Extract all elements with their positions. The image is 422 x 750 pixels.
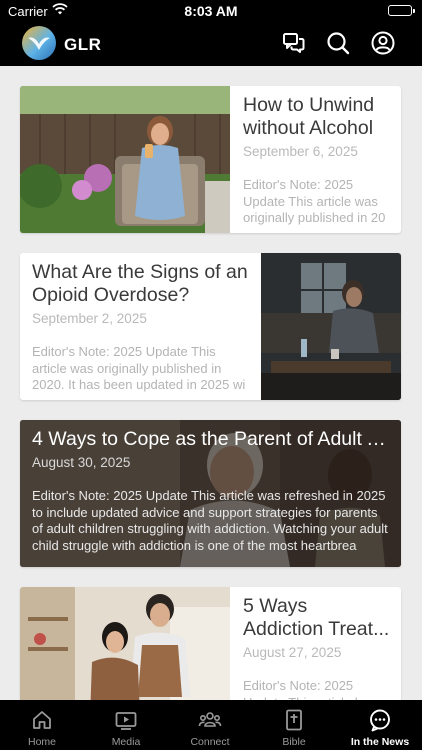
article-card[interactable]: How to Unwind without Alcohol September … [20,86,401,233]
article-title[interactable]: What Are the Signs of an Opioid Overdose… [32,261,250,307]
article-feed[interactable]: How to Unwind without Alcohol September … [0,66,422,700]
tab-in-the-news[interactable]: In the News [338,700,422,750]
tab-home[interactable]: Home [0,700,84,750]
news-chat-icon [368,708,392,732]
tab-bible[interactable]: Bible [252,700,336,750]
status-bar: Carrier 8:03 AM [0,0,422,22]
group-icon [198,708,222,732]
article-image-man-dark-room [261,253,401,400]
tab-label: Connect [190,736,230,748]
tab-label: Home [27,736,56,748]
app-header: GLR [0,22,422,66]
article-title[interactable]: How to Unwind without Alcohol [243,94,391,140]
profile-icon[interactable] [370,30,396,56]
article-excerpt: Editor's Note: 2025 Update This article … [243,678,376,700]
bottom-tab-bar: Home Media Connect Bible In the News [0,700,422,750]
article-card-featured[interactable]: 4 Ways to Cope as the Parent of Adult A.… [20,420,401,567]
glr-logo [22,26,56,60]
article-card[interactable]: 5 Ways Addiction Treat... August 27, 202… [20,587,401,700]
article-image-couple-cooking [20,587,230,700]
chat-bubbles-icon[interactable] [281,30,307,56]
bible-icon [282,708,306,732]
article-title[interactable]: 5 Ways Addiction Treat... [243,595,391,641]
article-text: How to Unwind without Alcohol September … [231,86,401,233]
article-date: September 2, 2025 [32,311,147,326]
tab-label: In the News [350,736,410,748]
clock: 8:03 AM [184,3,238,19]
article-date: August 30, 2025 [32,455,131,470]
article-date: August 27, 2025 [243,645,342,660]
search-icon[interactable] [325,30,351,56]
article-date: September 6, 2025 [243,144,358,159]
battery-icon [388,5,415,16]
article-excerpt: Editor's Note: 2025 Update This article … [243,177,386,225]
article-excerpt: Editor's Note: 2025 Update This article … [32,344,246,392]
media-play-icon [114,708,138,732]
home-icon [30,708,54,732]
tab-label: Media [111,736,141,748]
tab-media[interactable]: Media [84,700,168,750]
article-image-woman-garden [20,86,230,233]
article-text: 4 Ways to Cope as the Parent of Adult A.… [20,420,401,567]
article-card[interactable]: What Are the Signs of an Opioid Overdose… [20,253,401,400]
article-excerpt: Editor's Note: 2025 Update This article … [32,488,388,553]
article-text: What Are the Signs of an Opioid Overdose… [20,253,260,400]
app-brand: GLR [64,35,102,54]
article-title[interactable]: 4 Ways to Cope as the Parent of Adult A.… [32,428,389,451]
top-bar: Carrier 8:03 AM GLR [0,0,422,66]
tab-connect[interactable]: Connect [168,700,252,750]
article-text: 5 Ways Addiction Treat... August 27, 202… [231,587,401,700]
tab-label: Bible [282,736,306,748]
